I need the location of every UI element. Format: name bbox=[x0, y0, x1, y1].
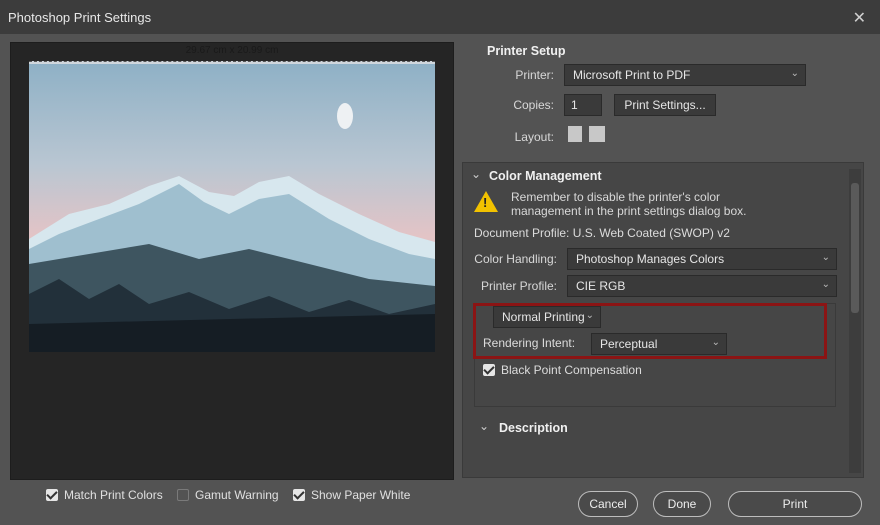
printer-label: Printer: bbox=[515, 68, 554, 82]
warning-line2: management in the print settings dialog … bbox=[511, 204, 747, 218]
scrollbar-thumb[interactable] bbox=[851, 183, 859, 313]
window-title: Photoshop Print Settings bbox=[8, 10, 152, 25]
title-bar: Photoshop Print Settings ✕ bbox=[0, 0, 880, 34]
scrollbar[interactable] bbox=[849, 169, 861, 473]
chevron-down-icon: ⌄ bbox=[821, 252, 830, 263]
checkbox-icon bbox=[293, 489, 305, 501]
paper-dimensions: 29.67 cm x 20.99 cm bbox=[185, 45, 279, 56]
black-point-label: Black Point Compensation bbox=[501, 363, 642, 377]
collapse-chevron-icon[interactable]: ⌄ bbox=[471, 167, 481, 181]
settings-panel: Printer Setup Printer: Microsoft Print t… bbox=[462, 42, 870, 478]
landscape-layout-icon[interactable] bbox=[589, 126, 606, 142]
color-management-section: ⌄ Color Management ! Remember to disable… bbox=[462, 162, 864, 478]
printer-value: Microsoft Print to PDF bbox=[573, 68, 691, 82]
show-paper-white-checkbox[interactable]: Show Paper White bbox=[293, 488, 410, 502]
chevron-down-icon: ⌄ bbox=[821, 279, 830, 290]
document-profile: Document Profile: U.S. Web Coated (SWOP)… bbox=[474, 226, 730, 240]
paper-sheet bbox=[29, 61, 435, 352]
layout-label: Layout: bbox=[514, 130, 554, 144]
done-button[interactable]: Done bbox=[653, 491, 711, 517]
black-point-compensation-checkbox[interactable]: Black Point Compensation bbox=[483, 363, 642, 377]
color-handling-value: Photoshop Manages Colors bbox=[576, 252, 725, 266]
printer-profile-value: CIE RGB bbox=[576, 279, 626, 293]
gamut-warning-checkbox[interactable]: Gamut Warning bbox=[177, 488, 279, 502]
highlight-box bbox=[473, 303, 827, 359]
copies-label: Copies: bbox=[513, 98, 554, 112]
printer-setup-header: Printer Setup bbox=[487, 44, 566, 58]
printer-select[interactable]: Microsoft Print to PDF ⌄ bbox=[564, 64, 806, 86]
close-icon[interactable]: ✕ bbox=[853, 8, 866, 28]
print-settings-button[interactable]: Print Settings... bbox=[614, 94, 716, 116]
match-print-colors-label: Match Print Colors bbox=[64, 488, 163, 502]
portrait-layout-icon[interactable] bbox=[568, 126, 582, 142]
copies-input[interactable]: 1 bbox=[564, 94, 602, 116]
color-handling-label: Color Handling: bbox=[474, 252, 557, 266]
print-preview: 29.67 cm x 20.99 cm bbox=[10, 42, 454, 480]
show-paper-white-label: Show Paper White bbox=[311, 488, 411, 502]
warning-icon: ! bbox=[474, 191, 498, 212]
checkbox-icon bbox=[483, 364, 495, 376]
printer-profile-select[interactable]: CIE RGB ⌄ bbox=[567, 275, 837, 297]
printer-profile-label: Printer Profile: bbox=[480, 279, 557, 293]
match-print-colors-checkbox[interactable]: Match Print Colors bbox=[46, 488, 163, 502]
print-button[interactable]: Print bbox=[728, 491, 862, 517]
cancel-button[interactable]: Cancel bbox=[578, 491, 638, 517]
preview-image bbox=[29, 64, 435, 352]
description-chevron-icon[interactable]: ⌄ bbox=[479, 419, 489, 433]
description-header: Description bbox=[499, 421, 568, 435]
checkbox-icon bbox=[177, 489, 189, 501]
color-management-header: Color Management bbox=[489, 169, 602, 183]
chevron-down-icon: ⌄ bbox=[790, 68, 799, 79]
gamut-warning-label: Gamut Warning bbox=[195, 488, 279, 502]
layout-options bbox=[568, 126, 609, 145]
checkbox-icon bbox=[46, 489, 58, 501]
warning-line1: Remember to disable the printer's color bbox=[511, 190, 721, 204]
color-handling-select[interactable]: Photoshop Manages Colors ⌄ bbox=[567, 248, 837, 270]
